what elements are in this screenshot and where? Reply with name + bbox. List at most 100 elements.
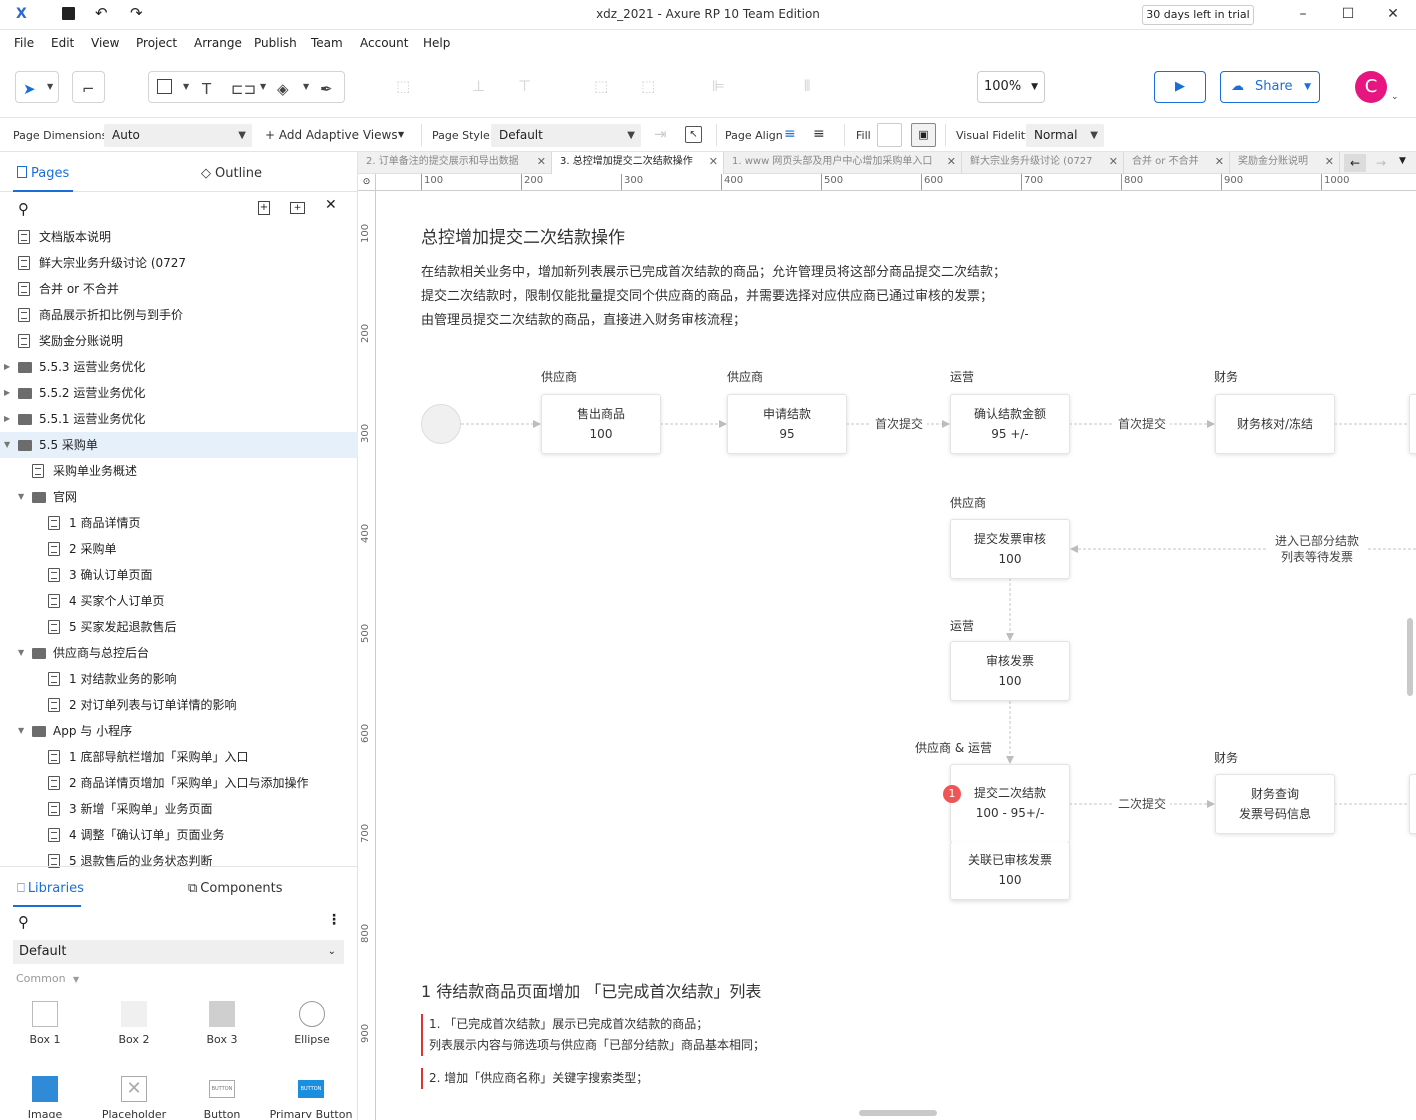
page-tree-folder[interactable]: ▼ App 与 小程序 — [0, 718, 358, 744]
horizontal-scrollbar[interactable] — [859, 1110, 937, 1116]
library-select[interactable]: Default ⌄ — [13, 940, 344, 964]
trial-badge[interactable]: 30 days left in trial — [1142, 5, 1254, 25]
start-node[interactable] — [421, 404, 461, 444]
chevron-down-icon[interactable]: ▼ — [260, 82, 266, 91]
flow-box[interactable]: 确认结款金额 95 +/- — [950, 394, 1070, 454]
align-top-icon[interactable]: ⊤ — [518, 77, 531, 95]
minimize-icon[interactable]: – — [1293, 6, 1313, 24]
close-tab-icon[interactable]: ✕ — [1109, 152, 1118, 172]
close-tab-icon[interactable]: ✕ — [947, 152, 956, 172]
expand-icon[interactable]: ▼ — [18, 640, 24, 666]
layers-icon[interactable]: ◈ — [277, 80, 289, 98]
close-tab-icon[interactable]: ✕ — [537, 152, 546, 172]
tab-components[interactable]: ⧉ Components — [188, 881, 283, 896]
share-button[interactable]: ☁ Share ▼ — [1220, 71, 1320, 103]
collapse-all-icon[interactable]: ✕ — [325, 197, 337, 213]
doc-tab[interactable]: 奖励金分账说明 ✕ — [1230, 152, 1340, 174]
widget-image[interactable]: Image — [14, 1076, 76, 1118]
flow-box[interactable]: 售出商品 100 — [541, 394, 661, 454]
dynamic-panel-icon[interactable]: ⊏⊐ — [231, 80, 256, 98]
select-mode-button[interactable]: ➤ ▼ — [15, 71, 59, 103]
page-tree-item[interactable]: 采购单业务概述 — [0, 458, 358, 484]
page-tree-item[interactable]: 2 商品详情页增加「采购单」入口与添加操作 — [0, 770, 358, 796]
page-tree-folder[interactable]: ▼ 官网 — [0, 484, 358, 510]
flow-box-edge[interactable] — [1409, 774, 1416, 834]
doc-tab[interactable]: 2. 订单备注的提交展示和导出数据 ✕ — [358, 152, 552, 174]
page-style-select[interactable]: Default ▼ — [491, 124, 641, 147]
close-tab-icon[interactable]: ✕ — [1325, 152, 1334, 172]
close-icon[interactable]: ✕ — [1383, 6, 1403, 24]
chevron-down-icon[interactable]: ⌄ — [1391, 92, 1399, 102]
page-tree-item[interactable]: 1 商品详情页 — [0, 510, 358, 536]
page-tree-item[interactable]: 2 采购单 — [0, 536, 358, 562]
menu-team[interactable]: Team — [311, 36, 343, 50]
page-tree-item[interactable]: 2 对订单列表与订单详情的影响 — [0, 692, 358, 718]
page-tree-item[interactable]: 5 买家发起退款售后 — [0, 614, 358, 640]
menu-file[interactable]: File — [14, 36, 34, 50]
widget-primary-button[interactable]: BUTTON Primary Button — [266, 1076, 356, 1118]
menu-edit[interactable]: Edit — [51, 36, 74, 50]
group-icon[interactable]: ⬚ — [396, 77, 410, 95]
page-tree-folder[interactable]: ▶ 5.5.1 运营业务优化 — [0, 406, 358, 432]
design-canvas[interactable]: 总控增加提交二次结款操作 在结款相关业务中，增加新列表展示已完成首次结款的商品；… — [377, 192, 1416, 1120]
widget-placeholder[interactable]: ✕ Placeholder — [96, 1076, 172, 1118]
page-tree-item[interactable]: 合并 or 不合并 — [0, 276, 358, 302]
widget-group-label[interactable]: Common ▼ — [16, 972, 79, 985]
widget-box-3[interactable]: Box 3 — [191, 1001, 253, 1046]
close-tab-icon[interactable]: ✕ — [1215, 152, 1224, 172]
flow-box-edge[interactable] — [1409, 394, 1416, 454]
menu-arrange[interactable]: Arrange — [194, 36, 242, 50]
widget-box-2[interactable]: Box 2 — [103, 1001, 165, 1046]
rectangle-icon[interactable] — [157, 79, 172, 94]
menu-publish[interactable]: Publish — [254, 36, 297, 50]
chevron-down-icon[interactable]: ▼ — [183, 82, 189, 91]
collapse-icon[interactable]: ▶ — [4, 354, 10, 380]
more-options-icon[interactable]: ⋮ — [327, 912, 341, 928]
tab-scroll-right-icon[interactable]: → — [1370, 154, 1392, 172]
widget-box-1[interactable]: Box 1 — [14, 1001, 76, 1046]
expand-icon[interactable]: ▼ — [18, 718, 24, 744]
page-tree-item[interactable]: 1 对结款业务的影响 — [0, 666, 358, 692]
align-bottom-icon[interactable]: ⊥ — [472, 77, 485, 95]
menu-help[interactable]: Help — [423, 36, 450, 50]
zoom-select[interactable]: 100% ▼ — [977, 71, 1045, 103]
preview-button[interactable]: ▶ — [1154, 71, 1206, 103]
page-tree-item[interactable]: 奖励金分账说明 — [0, 328, 358, 354]
annotation-badge[interactable]: 1 — [943, 785, 961, 803]
expand-icon[interactable]: ▼ — [4, 432, 10, 458]
search-icon[interactable]: ⚲ — [18, 913, 29, 931]
page-tree-folder[interactable]: ▶ 5.5.3 运营业务优化 — [0, 354, 358, 380]
page-tree-folder[interactable]: ▶ 5.5.2 运营业务优化 — [0, 380, 358, 406]
visual-fidelity-select[interactable]: Normal ▼ — [1026, 124, 1104, 147]
style-nav-icon[interactable]: ⇥ — [654, 125, 667, 143]
doc-tab-active[interactable]: 3. 总控增加提交二次结款操作 ✕ — [552, 152, 724, 174]
search-icon[interactable]: ⚲ — [18, 200, 29, 218]
align-center-icon[interactable]: ≡ — [813, 126, 825, 142]
distribute-icon[interactable]: ⬚ — [594, 77, 608, 95]
collapse-icon[interactable]: ▶ — [4, 406, 10, 432]
page-tree-item[interactable]: 商品展示折扣比例与到手价 — [0, 302, 358, 328]
avatar[interactable]: C — [1355, 71, 1387, 103]
flow-box[interactable]: 关联已审核发票 100 — [950, 842, 1070, 900]
align-left-icon[interactable]: ≡ — [784, 126, 796, 142]
close-tab-icon[interactable]: ✕ — [709, 152, 718, 172]
tab-list-chevron-icon[interactable]: ▼ — [1399, 156, 1406, 166]
vertical-scrollbar[interactable] — [1407, 618, 1413, 696]
add-page-icon[interactable]: + — [258, 201, 270, 215]
tab-scroll-left-icon[interactable]: ← — [1344, 154, 1366, 172]
fill-image-icon[interactable]: ▣ — [911, 123, 936, 147]
add-adaptive-views-button[interactable]: + Add Adaptive Views — [265, 128, 398, 142]
page-tree-item[interactable]: 鲜大宗业务升级讨论 (0727 — [0, 250, 358, 276]
page-tree-folder[interactable]: ▼ 供应商与总控后台 — [0, 640, 358, 666]
page-tree-item[interactable]: 3 确认订单页面 — [0, 562, 358, 588]
pen-icon[interactable]: ✒ — [320, 80, 333, 98]
page-dimensions-select[interactable]: Auto ▼ — [104, 124, 252, 147]
fill-color-swatch[interactable] — [877, 123, 902, 147]
flow-box[interactable]: 提交二次结款 100 - 95+/- — [950, 764, 1070, 843]
flow-box[interactable]: 申请结款 95 — [727, 394, 847, 454]
maximize-icon[interactable]: ☐ — [1338, 6, 1358, 24]
doc-tab[interactable]: 鲜大宗业务升级讨论 (0727 ✕ — [962, 152, 1124, 174]
text-icon[interactable]: T — [202, 80, 211, 98]
chevron-down-icon[interactable]: ▼ — [398, 130, 404, 139]
chevron-down-icon[interactable]: ▼ — [303, 82, 309, 91]
